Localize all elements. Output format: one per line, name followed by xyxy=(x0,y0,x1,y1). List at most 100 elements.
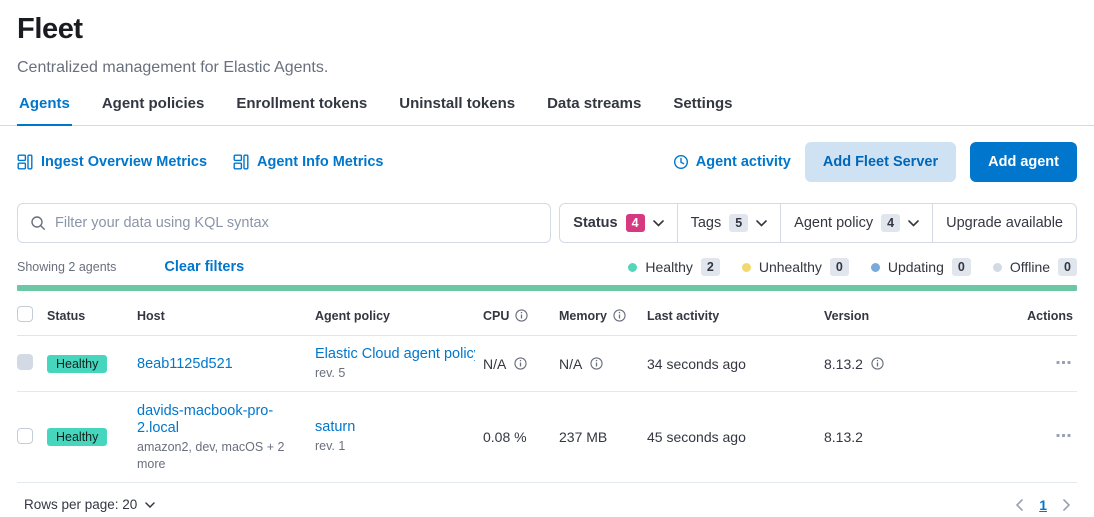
policy-revision: rev. 1 xyxy=(315,438,475,454)
legend-count: 2 xyxy=(701,258,720,276)
host-link[interactable]: davids-macbook-pro-2.local xyxy=(137,403,273,436)
col-header-status[interactable]: Status xyxy=(47,296,137,336)
version-value: 8.13.2 xyxy=(824,356,863,372)
page-number-1[interactable]: 1 xyxy=(1039,497,1047,513)
showing-agents-count: Showing 2 agents xyxy=(17,260,116,274)
offline-dot-icon xyxy=(993,263,1002,272)
filter-agent-policy[interactable]: Agent policy 4 xyxy=(780,204,932,242)
filter-tags-label: Tags xyxy=(691,215,722,231)
legend-count: 0 xyxy=(1058,258,1077,276)
tab-data-streams[interactable]: Data streams xyxy=(545,91,643,125)
agent-health-bar xyxy=(17,285,1077,291)
row-actions-button[interactable] xyxy=(1054,354,1073,374)
last-activity-value: 34 seconds ago xyxy=(647,356,746,372)
host-tags: amazon2, dev, macOS + 2 more xyxy=(137,439,307,472)
filter-status-count: 4 xyxy=(626,214,645,232)
legend-healthy[interactable]: Healthy 2 xyxy=(628,258,719,276)
legend-label: Updating xyxy=(888,259,944,275)
chevron-left-icon xyxy=(1016,499,1023,511)
kql-search-box[interactable] xyxy=(17,203,551,243)
add-fleet-server-button[interactable]: Add Fleet Server xyxy=(805,142,956,182)
info-icon[interactable] xyxy=(515,309,528,322)
policy-revision: rev. 5 xyxy=(315,365,475,381)
info-icon[interactable] xyxy=(590,357,603,370)
search-icon xyxy=(30,215,46,231)
tab-enrollment-tokens[interactable]: Enrollment tokens xyxy=(234,91,369,125)
legend-count: 0 xyxy=(952,258,971,276)
boxes-horizontal-icon xyxy=(1056,356,1071,369)
chevron-down-icon xyxy=(653,220,664,227)
filter-tags-count: 5 xyxy=(729,214,748,232)
legend-updating[interactable]: Updating 0 xyxy=(871,258,971,276)
tab-bar: Agents Agent policies Enrollment tokens … xyxy=(0,91,1094,126)
filter-upgrade-available[interactable]: Upgrade available xyxy=(932,204,1076,242)
col-header-agent-policy[interactable]: Agent policy xyxy=(315,296,483,336)
info-icon[interactable] xyxy=(514,357,527,370)
ingest-overview-metrics-link[interactable]: Ingest Overview Metrics xyxy=(17,154,207,170)
host-link[interactable]: 8eab1125d521 xyxy=(137,356,233,372)
legend-label: Healthy xyxy=(645,259,692,275)
status-badge: Healthy xyxy=(47,355,107,373)
add-agent-button[interactable]: Add agent xyxy=(970,142,1077,182)
col-header-host[interactable]: Host xyxy=(137,296,315,336)
version-value: 8.13.2 xyxy=(824,429,863,445)
tab-uninstall-tokens[interactable]: Uninstall tokens xyxy=(397,91,517,125)
boxes-horizontal-icon xyxy=(1056,429,1071,442)
filter-tags[interactable]: Tags 5 xyxy=(677,204,781,242)
metric-link-label: Agent Info Metrics xyxy=(257,154,383,170)
metric-link-label: Ingest Overview Metrics xyxy=(41,154,207,170)
chevron-down-icon xyxy=(908,220,919,227)
col-header-actions: Actions xyxy=(992,296,1077,336)
unhealthy-dot-icon xyxy=(742,263,751,272)
status-legend: Healthy 2 Unhealthy 0 Updating 0 Offline… xyxy=(628,258,1077,276)
col-header-cpu[interactable]: CPU xyxy=(483,296,559,336)
agent-policy-link[interactable]: Elastic Cloud agent policy xyxy=(315,346,475,362)
select-all-checkbox[interactable] xyxy=(17,306,33,322)
col-header-version[interactable]: Version xyxy=(824,296,992,336)
next-page-button[interactable] xyxy=(1063,499,1070,511)
agents-table: Status Host Agent policy CPU Memory Last… xyxy=(17,296,1077,483)
fleet-page: Fleet Centralized management for Elastic… xyxy=(0,13,1094,513)
agent-info-metrics-link[interactable]: Agent Info Metrics xyxy=(233,154,383,170)
row-checkbox xyxy=(17,354,33,370)
dashboard-icon xyxy=(17,154,33,170)
filter-agent-policy-count: 4 xyxy=(881,214,900,232)
memory-value: N/A xyxy=(559,356,582,372)
legend-offline[interactable]: Offline 0 xyxy=(993,258,1077,276)
agent-row: Healthy davids-macbook-pro-2.local amazo… xyxy=(17,392,1077,483)
kql-search-input[interactable] xyxy=(55,215,538,231)
clear-filters-link[interactable]: Clear filters xyxy=(164,259,244,275)
dashboard-icon xyxy=(233,154,249,170)
filter-agent-policy-label: Agent policy xyxy=(794,215,873,231)
row-actions-button[interactable] xyxy=(1054,427,1073,447)
filter-status[interactable]: Status 4 xyxy=(560,204,676,242)
agent-policy-link[interactable]: saturn xyxy=(315,419,355,435)
tab-agent-policies[interactable]: Agent policies xyxy=(100,91,207,125)
page-title: Fleet xyxy=(17,13,1077,46)
row-checkbox[interactable] xyxy=(17,428,33,444)
info-icon[interactable] xyxy=(613,309,626,322)
chevron-right-icon xyxy=(1063,499,1070,511)
status-badge: Healthy xyxy=(47,428,107,446)
cpu-value: 0.08 % xyxy=(483,429,527,445)
page-subtitle: Centralized management for Elastic Agent… xyxy=(17,59,1077,77)
legend-label: Unhealthy xyxy=(759,259,822,275)
info-icon[interactable] xyxy=(871,357,884,370)
tab-agents[interactable]: Agents xyxy=(17,91,72,126)
legend-unhealthy[interactable]: Unhealthy 0 xyxy=(742,258,849,276)
col-header-last-activity[interactable]: Last activity xyxy=(647,296,824,336)
legend-label: Offline xyxy=(1010,259,1050,275)
tab-settings[interactable]: Settings xyxy=(671,91,734,125)
filter-group: Status 4 Tags 5 Agent policy 4 xyxy=(559,203,1077,243)
table-header-row: Status Host Agent policy CPU Memory Last… xyxy=(17,296,1077,336)
previous-page-button[interactable] xyxy=(1016,499,1023,511)
healthy-dot-icon xyxy=(628,263,637,272)
col-header-memory[interactable]: Memory xyxy=(559,296,647,336)
updating-dot-icon xyxy=(871,263,880,272)
rows-per-page-label: Rows per page: 20 xyxy=(24,497,137,512)
last-activity-value: 45 seconds ago xyxy=(647,429,746,445)
legend-count: 0 xyxy=(830,258,849,276)
agent-activity-button[interactable]: Agent activity xyxy=(673,154,791,170)
memory-value: 237 MB xyxy=(559,429,607,445)
rows-per-page-button[interactable]: Rows per page: 20 xyxy=(24,497,155,512)
